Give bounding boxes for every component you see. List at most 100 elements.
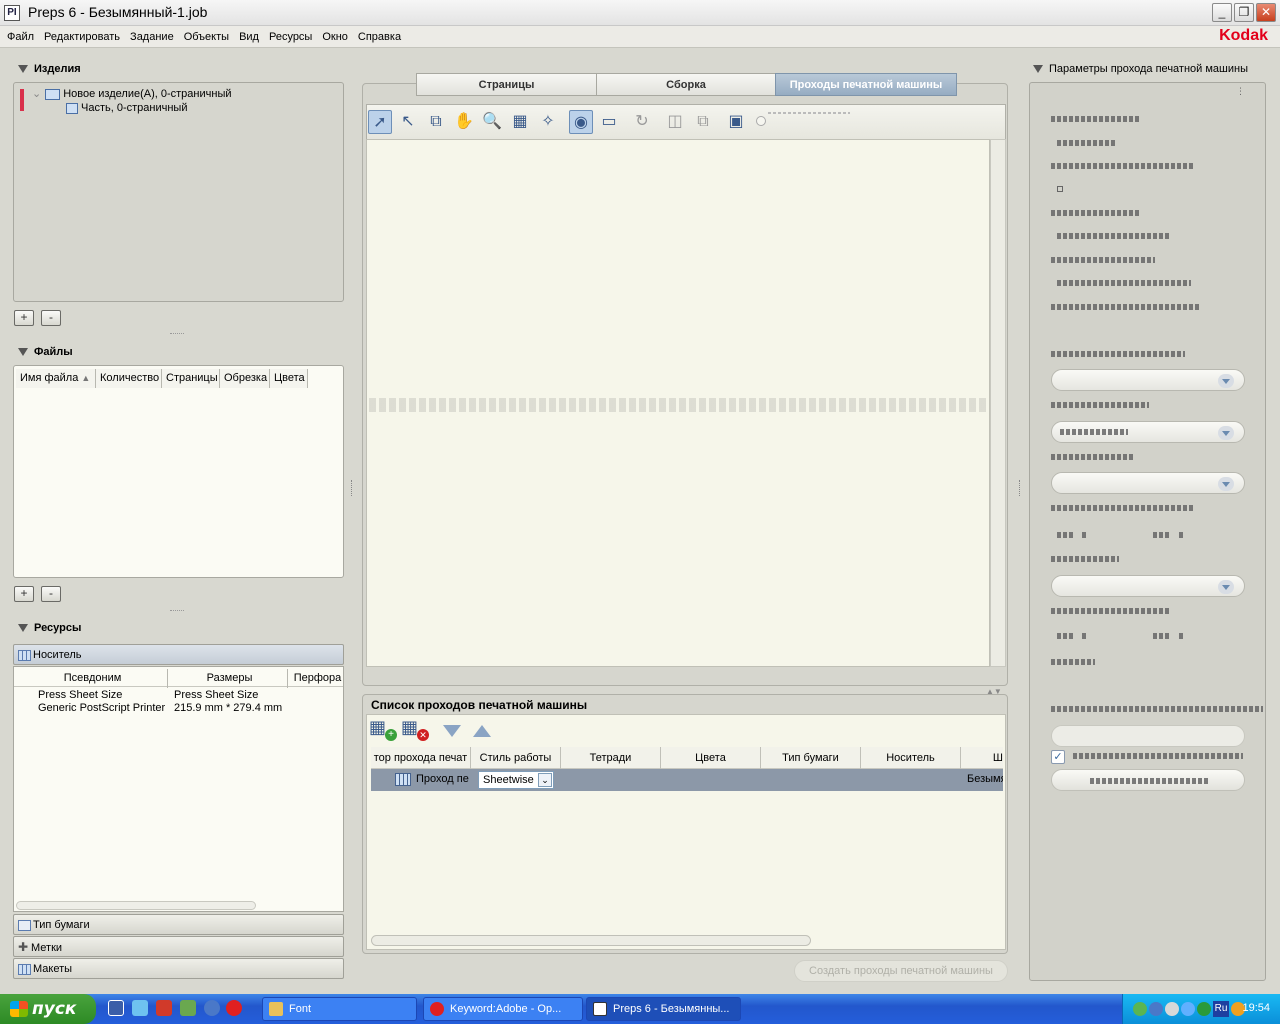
menu-edit[interactable]: Редактировать xyxy=(39,26,125,48)
add-press-run-icon[interactable]: ▦ + xyxy=(369,717,401,745)
col-signatures[interactable]: Тетради xyxy=(561,747,661,769)
flip-icon[interactable]: ◫ xyxy=(663,110,687,134)
browser-icon[interactable] xyxy=(204,1000,220,1016)
resources-section-header[interactable]: Ресурсы xyxy=(18,622,81,634)
menu-file[interactable]: Файл xyxy=(2,26,39,48)
create-press-runs-button[interactable]: Создать проходы печатной машины xyxy=(794,960,1008,982)
small-pointer-icon[interactable]: ↖ xyxy=(396,110,420,134)
list-horizontal-scrollbar[interactable] xyxy=(371,935,811,946)
zoom-slider-handle[interactable] xyxy=(756,116,766,126)
tab-pages[interactable]: Страницы xyxy=(416,73,597,96)
move-up-icon[interactable] xyxy=(473,725,491,737)
param-text-field[interactable] xyxy=(1051,725,1245,747)
chevron-down-icon[interactable]: ⌄ xyxy=(538,773,552,787)
col-work-style[interactable]: Стиль работы xyxy=(471,747,561,769)
param-action-button[interactable] xyxy=(1051,769,1245,791)
param-checkbox-checked[interactable]: ✓ xyxy=(1051,750,1065,764)
wand-icon[interactable]: ✧ xyxy=(536,110,560,134)
files-section-header[interactable]: Файлы xyxy=(18,346,73,358)
press-run-name[interactable]: Проход пе xyxy=(416,773,469,785)
chevron-down-icon[interactable] xyxy=(1218,426,1234,440)
tree-item-product[interactable]: ⌄ Новое изделие(A), 0-страничный xyxy=(32,87,232,100)
left-splitter[interactable] xyxy=(351,480,354,496)
add-product-button[interactable]: + xyxy=(14,310,34,326)
desktop-icon[interactable] xyxy=(132,1000,148,1016)
remove-product-button[interactable]: - xyxy=(41,310,61,326)
task-opera[interactable]: Keyword:Adobe - Op... xyxy=(423,997,583,1021)
resource-tab-media[interactable]: Носитель xyxy=(13,644,344,665)
menu-help[interactable]: Справка xyxy=(353,26,406,48)
menu-objects[interactable]: Объекты xyxy=(179,26,234,48)
minimize-button[interactable]: _ xyxy=(1212,3,1232,22)
col-paper-type[interactable]: Тип бумаги xyxy=(761,747,861,769)
col-run-id[interactable]: тор прохода печат xyxy=(371,747,471,769)
tray-icon[interactable] xyxy=(1149,1002,1163,1016)
move-down-icon[interactable] xyxy=(443,725,461,737)
tray-icon[interactable] xyxy=(1133,1002,1147,1016)
splitter-grip[interactable] xyxy=(170,333,184,336)
media-row-2-size[interactable]: 215.9 mm * 279.4 mm xyxy=(174,702,282,714)
add-file-button[interactable]: + xyxy=(14,586,34,602)
menu-view[interactable]: Вид xyxy=(234,26,264,48)
chevron-down-icon[interactable] xyxy=(1218,580,1234,594)
app-quick-icon[interactable] xyxy=(156,1000,172,1016)
param-dropdown-1[interactable] xyxy=(1051,369,1245,391)
work-style-select[interactable]: Sheetwise ⌄ xyxy=(478,771,554,789)
task-font[interactable]: Font xyxy=(262,997,417,1021)
col-width[interactable]: Ш xyxy=(961,747,1003,769)
tree-item-part[interactable]: Часть, 0-страничный xyxy=(66,102,187,114)
opera-icon[interactable] xyxy=(226,1000,242,1016)
word-icon[interactable] xyxy=(108,1000,124,1016)
resource-tab-layouts[interactable]: Макеты xyxy=(13,958,344,979)
tab-assembly[interactable]: Сборка xyxy=(596,73,776,96)
param-dropdown-2[interactable] xyxy=(1051,421,1245,443)
menu-window[interactable]: Окно xyxy=(317,26,353,48)
delete-press-run-icon[interactable]: ▦ ✕ xyxy=(401,717,433,745)
pointer-icon[interactable]: ➚ xyxy=(368,110,392,134)
horizontal-scrollbar[interactable] xyxy=(16,901,256,910)
panel-menu-icon[interactable]: ⋮ xyxy=(1236,86,1245,97)
menu-job[interactable]: Задание xyxy=(125,26,179,48)
close-button[interactable]: ✕ xyxy=(1256,3,1276,22)
col-colors[interactable]: Цвета xyxy=(661,747,761,769)
copy-icon[interactable]: ⧉ xyxy=(691,110,715,134)
grid-icon[interactable]: ▦ xyxy=(508,110,532,134)
hand-icon[interactable]: ✋ xyxy=(452,110,476,134)
chevron-down-icon[interactable] xyxy=(1218,477,1234,491)
press-run-params-header[interactable]: Параметры прохода печатной машины xyxy=(1033,63,1248,75)
products-section-header[interactable]: Изделия xyxy=(18,63,81,75)
col-perforation[interactable]: Перфора xyxy=(288,669,343,688)
media-row-2-alias[interactable]: Generic PostScript Printer xyxy=(38,702,165,714)
resource-tab-marks[interactable]: ✚ Метки xyxy=(13,936,344,957)
monitor-icon[interactable]: ▣ xyxy=(724,110,748,134)
media-row-1-alias[interactable]: Press Sheet Size xyxy=(38,689,122,701)
eye-icon[interactable]: ◉ xyxy=(569,110,593,134)
chevron-down-icon[interactable] xyxy=(1218,374,1234,388)
tab-press-runs[interactable]: Проходы печатной машины xyxy=(775,73,957,96)
expand-arrow-icon[interactable]: ⌄ xyxy=(32,88,41,100)
resource-tab-paper-type[interactable]: Тип бумаги xyxy=(13,914,344,935)
col-pages[interactable]: Страницы xyxy=(162,369,220,388)
rotate-icon[interactable]: ↻ xyxy=(630,110,654,134)
remove-file-button[interactable]: - xyxy=(41,586,61,602)
language-indicator[interactable]: Ru xyxy=(1213,1001,1229,1017)
tray-icon[interactable] xyxy=(1197,1002,1211,1016)
col-media[interactable]: Носитель xyxy=(861,747,961,769)
zoom-slider-track[interactable] xyxy=(768,112,850,114)
ruler-icon[interactable]: ▭ xyxy=(597,110,621,134)
page-select-icon[interactable]: ⧉ xyxy=(424,110,448,134)
col-quantity[interactable]: Количество xyxy=(96,369,162,388)
press-run-row[interactable]: Проход пе Sheetwise ⌄ Безымян xyxy=(371,769,1003,791)
press-run-media[interactable]: Безымян xyxy=(967,773,1003,785)
media-row-1-size[interactable]: Press Sheet Size xyxy=(174,689,258,701)
task-preps[interactable]: Preps 6 - Безымянны... xyxy=(586,997,741,1021)
tray-icon[interactable] xyxy=(1165,1002,1179,1016)
canvas-vertical-scrollbar[interactable] xyxy=(990,139,1006,667)
restore-button[interactable]: ❐ xyxy=(1234,3,1254,22)
col-filename[interactable]: Имя файла ▲ xyxy=(16,369,96,388)
splitter-grip[interactable] xyxy=(170,610,184,613)
col-colors[interactable]: Цвета xyxy=(270,369,308,388)
param-dropdown-3[interactable] xyxy=(1051,472,1245,494)
param-checkbox[interactable] xyxy=(1057,186,1063,192)
start-button[interactable]: пуск xyxy=(0,994,96,1024)
